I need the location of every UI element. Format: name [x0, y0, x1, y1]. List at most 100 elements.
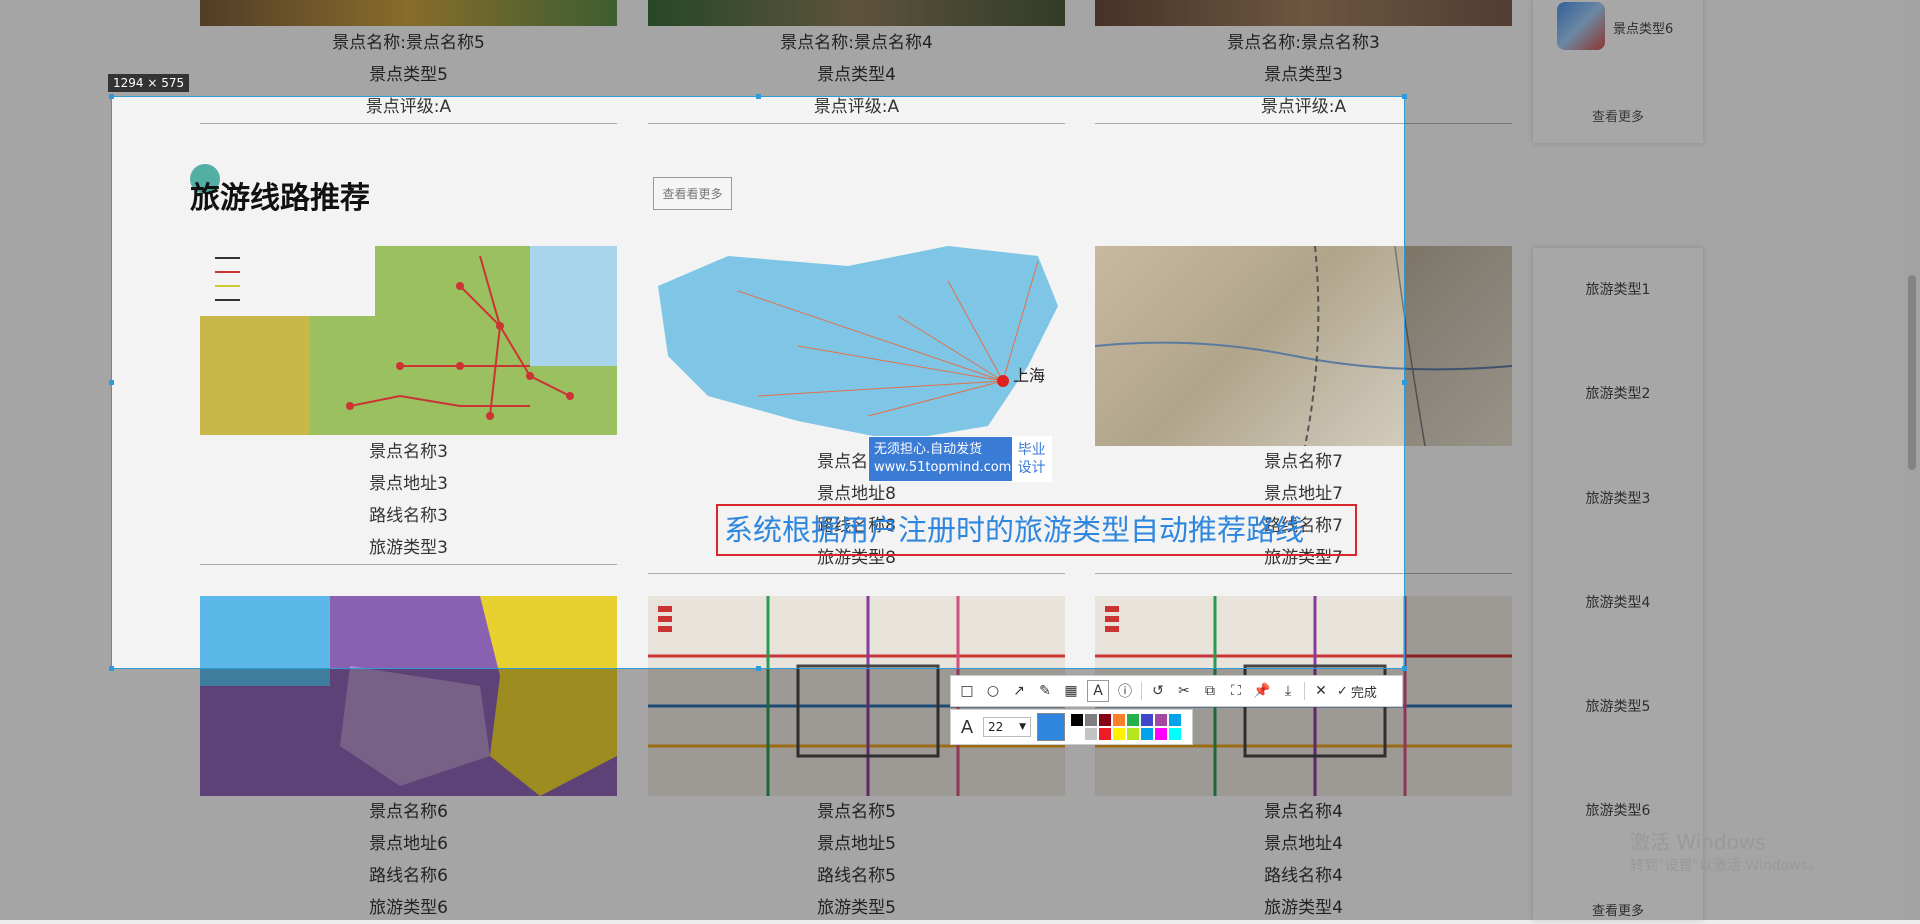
- scrollbar-thumb[interactable]: [1908, 275, 1916, 470]
- activation-title: 激活 Windows: [1630, 830, 1766, 854]
- watermark-badge: 无须担心.自动发货 www.51topmind.com 毕业 设计: [868, 436, 1052, 482]
- pin-icon[interactable]: 📌: [1252, 681, 1272, 701]
- sidebar-view-more-link[interactable]: 查看更多: [1533, 900, 1703, 919]
- color-swatch[interactable]: [1085, 714, 1097, 726]
- toolbar-divider: [1141, 682, 1142, 700]
- route-travel-type: 旅游类型6: [369, 898, 448, 918]
- font-icon: A: [960, 716, 974, 738]
- copy-icon[interactable]: ⧉: [1200, 681, 1220, 701]
- route-attraction-name[interactable]: 景点名称4: [1095, 796, 1512, 828]
- done-button[interactable]: ✓ 完成: [1337, 682, 1377, 701]
- attraction-image-3[interactable]: [1095, 0, 1512, 26]
- route-attraction-name[interactable]: 景点名称5: [648, 796, 1065, 828]
- watermark-line-1: 无须担心.自动发货: [874, 442, 983, 457]
- color-swatch[interactable]: [1141, 728, 1153, 740]
- cut-icon[interactable]: ✂: [1174, 681, 1194, 701]
- sidebar-view-more-link[interactable]: 查看更多: [1533, 106, 1703, 125]
- selection-size-label: 1294 × 575: [108, 74, 190, 92]
- route-attraction-address: 景点地址4: [1264, 834, 1343, 854]
- pen-tool-icon[interactable]: ✎: [1035, 681, 1055, 701]
- route-attraction-address: 景点地址6: [369, 834, 448, 854]
- arrow-tool-icon[interactable]: ↗: [1009, 681, 1029, 701]
- color-swatch[interactable]: [1127, 728, 1139, 740]
- travel-type-item[interactable]: 旅游类型1: [1533, 279, 1703, 299]
- route-attraction-address: 景点地址5: [817, 834, 896, 854]
- undo-icon[interactable]: ↺: [1148, 681, 1168, 701]
- annotation-text-box[interactable]: 系统根据用户注册时的旅游类型自动推荐路线: [716, 504, 1357, 556]
- attraction-type-thumbnail[interactable]: [1557, 2, 1605, 50]
- route-attraction-name[interactable]: 景点名称6: [200, 796, 617, 828]
- color-swatch[interactable]: [1071, 728, 1083, 740]
- resize-handle[interactable]: [756, 94, 761, 99]
- font-size-value: 22: [988, 720, 1004, 734]
- number-marker-icon[interactable]: ⓘ: [1115, 681, 1135, 701]
- travel-type-item[interactable]: 旅游类型5: [1533, 696, 1703, 716]
- color-swatch[interactable]: [1113, 714, 1125, 726]
- travel-type-item[interactable]: 旅游类型4: [1533, 592, 1703, 612]
- attraction-name[interactable]: 景点名称:景点名称3: [1095, 27, 1512, 59]
- attraction-name[interactable]: 景点名称:景点名称4: [648, 27, 1065, 59]
- watermark-right-1: 毕业: [1017, 442, 1046, 458]
- resize-handle[interactable]: [109, 666, 114, 671]
- color-swatch[interactable]: [1155, 728, 1167, 740]
- resize-handle[interactable]: [109, 94, 114, 99]
- attraction-type: 景点类型5: [369, 65, 448, 85]
- color-swatch[interactable]: [1127, 714, 1139, 726]
- color-swatch[interactable]: [1099, 714, 1111, 726]
- ellipse-tool-icon[interactable]: ○: [983, 681, 1003, 701]
- screenshot-toolbar: □ ○ ↗ ✎ ▦ A ⓘ ↺ ✂ ⧉ ⛶ 📌 ⤓ ✕ ✓ 完成: [950, 675, 1403, 707]
- attraction-type: 景点类型3: [1264, 65, 1343, 85]
- activation-subtitle: 转到"设置"以激活 Windows。: [1630, 858, 1822, 874]
- color-palette: [1071, 714, 1181, 740]
- route-name: 路线名称5: [817, 866, 896, 886]
- resize-handle[interactable]: [756, 666, 761, 671]
- font-size-select[interactable]: 22 ▼: [983, 717, 1031, 737]
- travel-type-sidebar: 旅游类型1 旅游类型2 旅游类型3 旅游类型4 旅游类型5 旅游类型6 查看更多: [1533, 248, 1703, 920]
- screenshot-selection-region[interactable]: [109, 94, 1407, 671]
- text-tool-icon[interactable]: A: [1087, 680, 1109, 702]
- color-swatch[interactable]: [1169, 714, 1181, 726]
- attraction-type: 景点类型4: [817, 65, 896, 85]
- route-name: 路线名称6: [369, 866, 448, 886]
- route-card-5: 景点名称5 景点地址5 路线名称5 旅游类型5: [648, 796, 1065, 924]
- travel-type-item[interactable]: 旅游类型2: [1533, 383, 1703, 403]
- resize-handle[interactable]: [1402, 94, 1407, 99]
- windows-activation-notice: 激活 Windows 转到"设置"以激活 Windows。: [1630, 826, 1822, 875]
- toolbar-divider: [1304, 682, 1305, 700]
- attraction-type-item[interactable]: 景点类型6: [1613, 18, 1673, 37]
- route-name: 路线名称4: [1264, 866, 1343, 886]
- attraction-type-sidebar: 景点类型6 查看更多: [1533, 0, 1703, 143]
- current-color-swatch[interactable]: [1037, 713, 1065, 741]
- color-swatch[interactable]: [1155, 714, 1167, 726]
- text-style-toolbar: A 22 ▼: [950, 709, 1193, 745]
- rectangle-tool-icon[interactable]: □: [957, 681, 977, 701]
- route-card-4: 景点名称4 景点地址4 路线名称4 旅游类型4: [1095, 796, 1512, 924]
- resize-handle[interactable]: [1402, 380, 1407, 385]
- travel-type-item[interactable]: 旅游类型6: [1533, 800, 1703, 820]
- watermark-line-2: www.51topmind.com: [874, 460, 1012, 475]
- resize-handle[interactable]: [109, 380, 114, 385]
- watermark-right-2: 设计: [1017, 460, 1046, 476]
- color-swatch[interactable]: [1099, 728, 1111, 740]
- color-swatch[interactable]: [1085, 728, 1097, 740]
- chevron-down-icon: ▼: [1019, 722, 1026, 732]
- color-swatch[interactable]: [1071, 714, 1083, 726]
- route-travel-type: 旅游类型5: [817, 898, 896, 918]
- attraction-image-4[interactable]: [648, 0, 1065, 26]
- travel-type-item[interactable]: 旅游类型3: [1533, 488, 1703, 508]
- route-travel-type: 旅游类型4: [1264, 898, 1343, 918]
- check-icon: ✓: [1337, 683, 1348, 699]
- resize-handle[interactable]: [1402, 666, 1407, 671]
- attraction-name[interactable]: 景点名称:景点名称5: [200, 27, 617, 59]
- attraction-image-5[interactable]: [200, 0, 617, 26]
- color-swatch[interactable]: [1113, 728, 1125, 740]
- color-swatch[interactable]: [1141, 714, 1153, 726]
- close-icon[interactable]: ✕: [1311, 681, 1331, 701]
- mosaic-tool-icon[interactable]: ▦: [1061, 681, 1081, 701]
- color-swatch[interactable]: [1169, 728, 1181, 740]
- screenshot-scroll-icon[interactable]: ⛶: [1226, 681, 1246, 701]
- download-icon[interactable]: ⤓: [1278, 681, 1298, 701]
- done-label: 完成: [1350, 685, 1377, 701]
- route-card-6: 景点名称6 景点地址6 路线名称6 旅游类型6: [200, 796, 617, 924]
- page-scrollbar[interactable]: [1904, 0, 1920, 920]
